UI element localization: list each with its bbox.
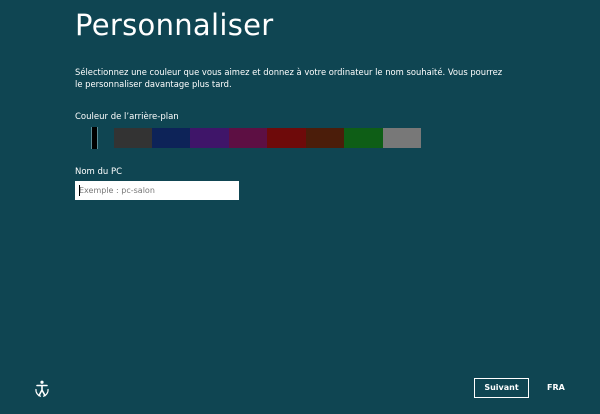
swatch-charcoal[interactable] <box>114 128 152 148</box>
ease-of-access-icon-svg <box>35 380 49 397</box>
swatch-brown[interactable] <box>306 128 344 148</box>
color-slider-thumb[interactable] <box>91 127 98 149</box>
swatch-gray[interactable] <box>383 128 421 148</box>
next-button-label: Suivant <box>476 380 527 396</box>
background-color-label: Couleur de l’arrière-plan <box>75 112 179 122</box>
text-caret <box>79 185 80 196</box>
page-title: Personnaliser <box>75 8 274 42</box>
swatch-green[interactable] <box>344 128 383 148</box>
color-swatches <box>75 127 421 149</box>
next-button[interactable]: Suivant <box>474 378 529 398</box>
swatch-red[interactable] <box>267 128 306 148</box>
pc-name-input[interactable] <box>75 181 239 200</box>
swatch-plum[interactable] <box>229 128 267 148</box>
swatch-teal[interactable] <box>75 127 114 149</box>
ease-of-access-icon[interactable] <box>33 380 51 398</box>
swatch-navy[interactable] <box>152 128 190 148</box>
swatch-purple[interactable] <box>190 128 229 148</box>
language-indicator[interactable]: FRA <box>547 383 565 392</box>
intro-text: Sélectionnez une couleur que vous aimez … <box>75 67 503 89</box>
pc-name-label: Nom du PC <box>75 167 123 177</box>
